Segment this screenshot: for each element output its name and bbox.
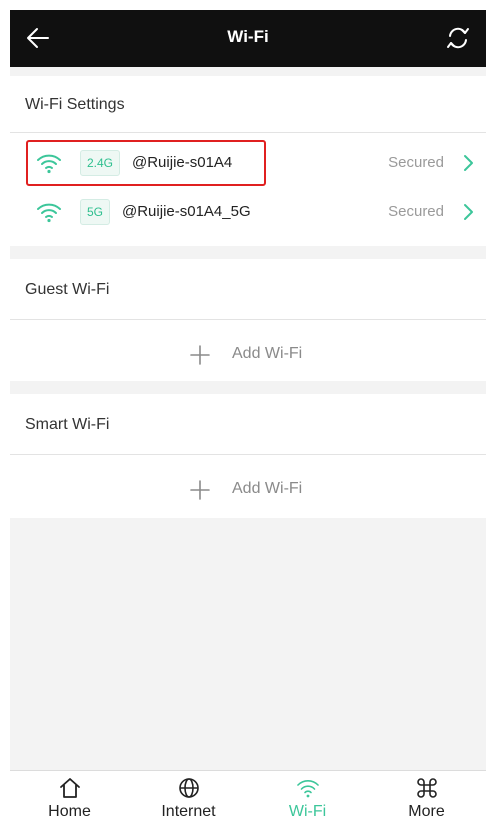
wifi-icon xyxy=(296,780,319,798)
security-status: Secured xyxy=(388,154,444,171)
wifi-settings-title: Wi-Fi Settings xyxy=(25,96,125,113)
add-wifi-label: Add Wi-Fi xyxy=(232,345,303,362)
top-bar: Wi-Fi xyxy=(10,10,486,67)
chevron-right-icon xyxy=(464,155,473,171)
tab-label: More xyxy=(408,803,445,820)
plus-icon xyxy=(190,345,210,365)
chevron-right-icon xyxy=(464,204,473,220)
security-status: Secured xyxy=(388,203,444,220)
highlight-box xyxy=(26,140,266,186)
tab-more[interactable]: More xyxy=(367,771,486,823)
tab-home[interactable]: Home xyxy=(10,771,129,823)
app-frame: Wi-Fi Wi-Fi Settings 2.4G @Ruijie-s01A4 … xyxy=(10,10,486,823)
add-wifi-label: Add Wi-Fi xyxy=(232,480,303,497)
refresh-icon[interactable] xyxy=(444,24,472,52)
smart-wifi-title: Smart Wi-Fi xyxy=(25,416,110,433)
add-smart-wifi-button[interactable]: Add Wi-Fi xyxy=(10,464,486,516)
tab-label: Home xyxy=(48,803,91,820)
home-icon xyxy=(59,778,80,798)
smart-wifi-section: Smart Wi-Fi Add Wi-Fi xyxy=(10,394,486,518)
guest-wifi-section: Guest Wi-Fi Add Wi-Fi xyxy=(10,259,486,381)
command-icon xyxy=(416,778,437,798)
add-guest-wifi-button[interactable]: Add Wi-Fi xyxy=(10,329,486,381)
ssid-label: @Ruijie-s01A4_5G xyxy=(122,203,251,220)
divider xyxy=(10,319,486,320)
band-badge: 5G xyxy=(80,199,111,225)
wifi-icon xyxy=(37,203,61,223)
wifi-settings-section: Wi-Fi Settings 2.4G @Ruijie-s01A4 Secure… xyxy=(10,76,486,246)
plus-icon xyxy=(190,480,210,500)
tab-label: Internet xyxy=(161,803,216,820)
tab-label: Wi-Fi xyxy=(288,803,327,820)
globe-icon xyxy=(178,778,199,798)
wifi-network-row-5g[interactable]: 5G @Ruijie-s01A4_5G Secured xyxy=(10,191,486,233)
divider xyxy=(10,454,486,455)
bottom-tab-bar: Home Internet Wi-Fi More xyxy=(10,770,486,823)
tab-wifi[interactable]: Wi-Fi xyxy=(248,771,367,823)
tab-internet[interactable]: Internet xyxy=(129,771,248,823)
guest-wifi-title: Guest Wi-Fi xyxy=(25,281,110,298)
page-title: Wi-Fi xyxy=(227,27,269,46)
divider xyxy=(10,132,486,133)
